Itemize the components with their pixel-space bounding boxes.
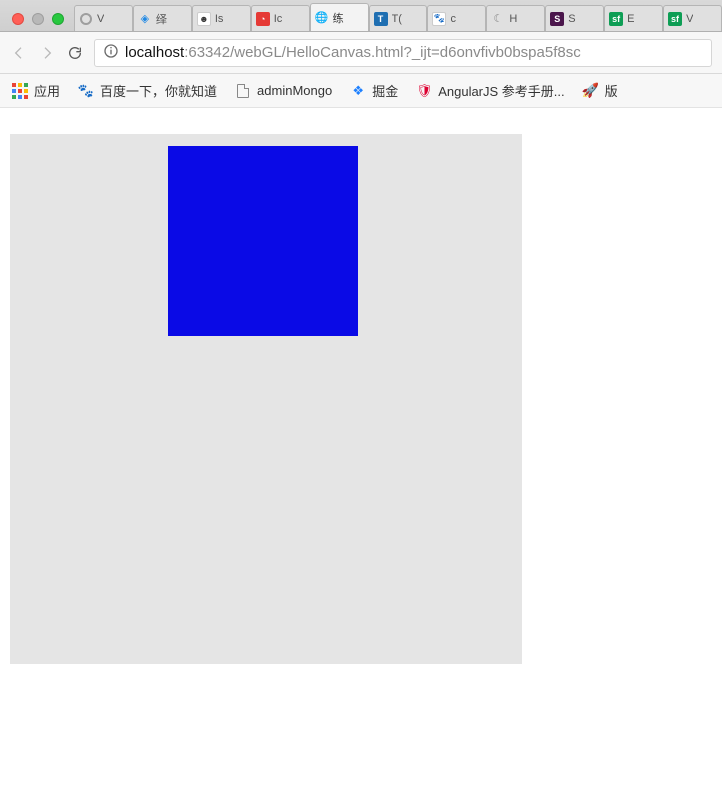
url-host: localhost xyxy=(125,44,184,61)
bookmark-last[interactable]: 🚀 版 xyxy=(583,81,618,100)
bookmark-label: adminMongo xyxy=(257,83,332,98)
juejin-icon: ❖ xyxy=(350,83,366,99)
minimize-window-button[interactable] xyxy=(32,13,44,25)
tab-strip: V ◈ 绎 ☻ Is ◔ Ic 🌐 练 T T( 🐾 c ☾ H S S sf … xyxy=(0,0,722,32)
close-window-button[interactable] xyxy=(12,13,24,25)
github-icon: ☻ xyxy=(197,12,211,26)
bookmark-label: 版 xyxy=(605,81,618,100)
canvas-element xyxy=(10,134,522,664)
reload-icon xyxy=(67,45,83,61)
blue-square xyxy=(168,146,358,336)
sf-icon: sf xyxy=(668,12,682,26)
maximize-window-button[interactable] xyxy=(52,13,64,25)
paw-icon: 🐾 xyxy=(432,12,446,26)
reload-button[interactable] xyxy=(66,44,84,62)
tab-label: E xyxy=(627,13,634,25)
tab-0[interactable]: V xyxy=(74,5,133,31)
forward-button[interactable] xyxy=(38,44,56,62)
tab-label: c xyxy=(450,13,456,25)
back-button[interactable] xyxy=(10,44,28,62)
apps-icon xyxy=(12,83,28,99)
tab-label: S xyxy=(568,13,575,25)
url-text: localhost:63342/webGL/HelloCanvas.html?_… xyxy=(125,44,581,61)
red-square-icon: ◔ xyxy=(256,12,270,26)
paw-icon: 🐾 xyxy=(78,83,94,99)
tab-label: 绎 xyxy=(156,11,167,27)
tab-label: Ic xyxy=(274,13,283,25)
angular-icon: 🛡 xyxy=(416,83,432,99)
tab-10[interactable]: sf V xyxy=(663,5,722,31)
url-port: :63342 xyxy=(184,44,230,61)
bookmark-label: 百度一下，你就知道 xyxy=(100,81,217,100)
tab-label: Is xyxy=(215,13,224,25)
page-viewport xyxy=(0,108,722,800)
tab-label: T( xyxy=(392,13,402,25)
tab-3[interactable]: ◔ Ic xyxy=(251,5,310,31)
tab-4-active[interactable]: 🌐 练 xyxy=(310,3,369,31)
tab-2[interactable]: ☻ Is xyxy=(192,5,251,31)
tab-6[interactable]: 🐾 c xyxy=(427,5,486,31)
window-controls xyxy=(4,13,74,31)
browser-toolbar: localhost:63342/webGL/HelloCanvas.html?_… xyxy=(0,32,722,74)
bookmark-angularjs[interactable]: 🛡 AngularJS 参考手册... xyxy=(416,81,564,100)
bookmark-apps[interactable]: 应用 xyxy=(12,81,60,100)
tab-5[interactable]: T T( xyxy=(369,5,428,31)
tab-label: 练 xyxy=(333,10,344,26)
location-pin-icon xyxy=(79,12,93,26)
bookmark-label: AngularJS 参考手册... xyxy=(438,81,564,100)
tab-label: V xyxy=(686,13,693,25)
tab-label: H xyxy=(509,13,517,25)
tab-label: V xyxy=(97,13,104,25)
tab-7[interactable]: ☾ H xyxy=(486,5,545,31)
tab-8[interactable]: S S xyxy=(545,5,604,31)
cube-icon: ◈ xyxy=(138,12,152,26)
bookmark-label: 应用 xyxy=(34,81,60,100)
bookmark-adminmongo[interactable]: adminMongo xyxy=(235,83,332,99)
blue-t-icon: T xyxy=(374,12,388,26)
address-bar[interactable]: localhost:63342/webGL/HelloCanvas.html?_… xyxy=(94,39,712,67)
tab-1[interactable]: ◈ 绎 xyxy=(133,5,192,31)
bookmarks-bar: 应用 🐾 百度一下，你就知道 adminMongo ❖ 掘金 🛡 Angular… xyxy=(0,74,722,108)
rocket-icon: 🚀 xyxy=(583,83,599,99)
url-path: /webGL/HelloCanvas.html?_ijt=d6onvfivb0b… xyxy=(230,44,581,61)
arrow-right-icon xyxy=(39,45,55,61)
document-icon xyxy=(235,83,251,99)
tab-9[interactable]: sf E xyxy=(604,5,663,31)
site-info-icon[interactable] xyxy=(103,43,119,63)
bookmark-baidu[interactable]: 🐾 百度一下，你就知道 xyxy=(78,81,217,100)
arrow-left-icon xyxy=(11,45,27,61)
bookmark-label: 掘金 xyxy=(372,81,398,100)
bookmark-juejin[interactable]: ❖ 掘金 xyxy=(350,81,398,100)
slack-icon: S xyxy=(550,12,564,26)
globe-icon: 🌐 xyxy=(315,11,329,25)
crescent-icon: ☾ xyxy=(491,12,505,26)
sf-icon: sf xyxy=(609,12,623,26)
